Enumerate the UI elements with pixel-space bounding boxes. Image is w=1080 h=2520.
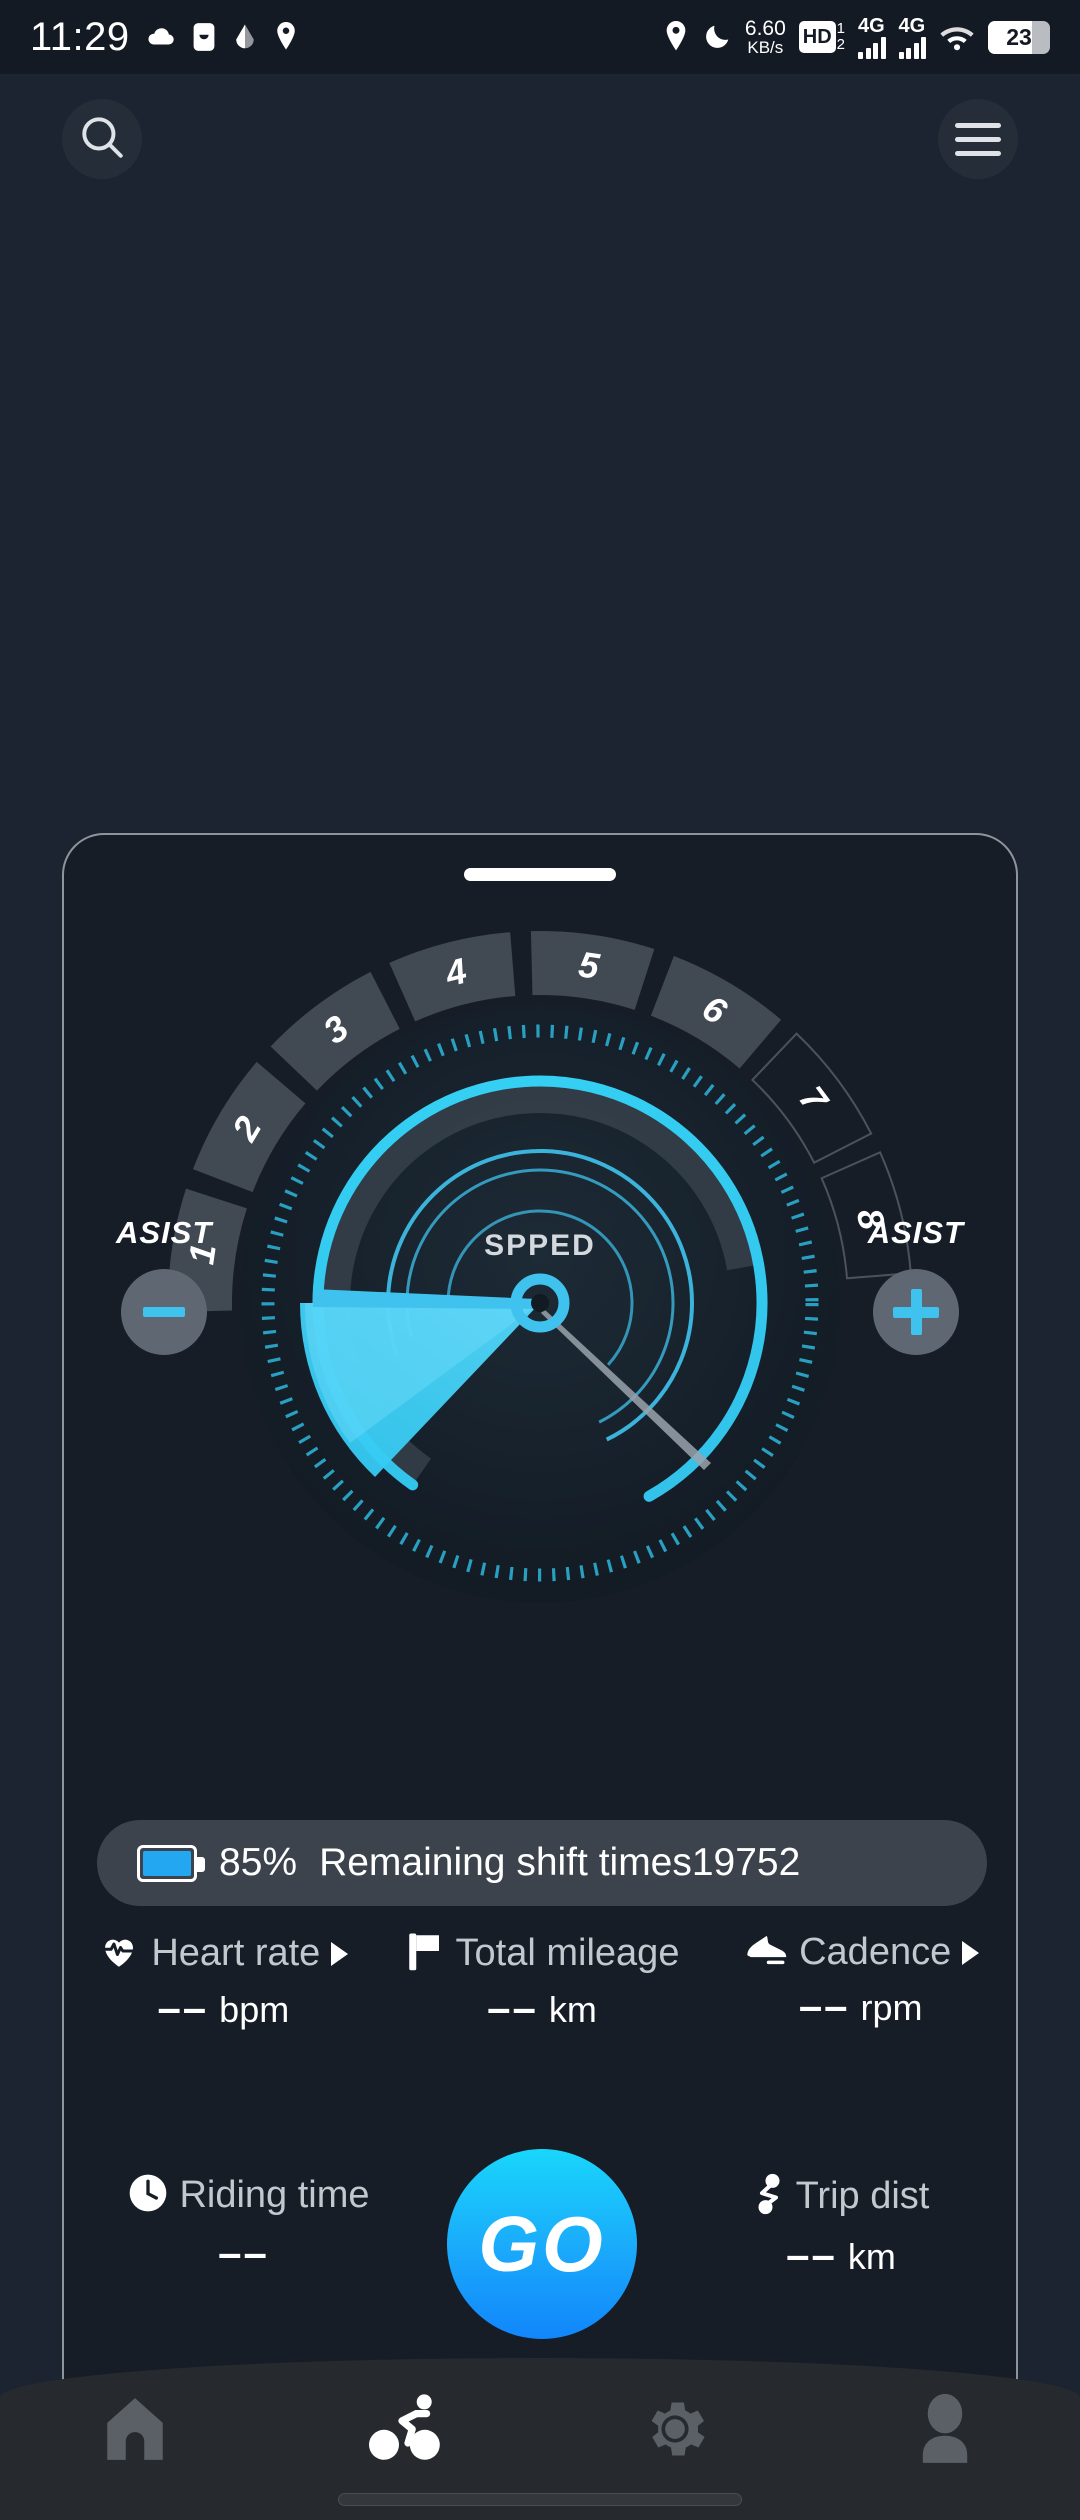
battery-status-bar[interactable]: 85% Remaining shift times19752 [97, 1820, 987, 1906]
remaining-shift-times: Remaining shift times19752 [319, 1841, 801, 1884]
shoe-cadence-icon [742, 1930, 788, 1975]
status-clock: 11:29 [30, 14, 130, 59]
metric-riding-time[interactable]: Riding time –– [94, 2173, 404, 2274]
metric-unit: km [847, 2236, 896, 2277]
metric-label: Cadence [799, 1931, 952, 1973]
metric-trip-dist[interactable]: Trip dist –– km [686, 2173, 996, 2278]
metric-unit: bpm [219, 1989, 290, 2030]
assist-increase-group: ASIST [868, 1215, 964, 1355]
dashboard-card: 12345678 SPPED ASIST ASIST 85% Remaining… [62, 833, 1018, 2421]
metric-header: Riding time [128, 2173, 370, 2218]
profile-person-icon [910, 2392, 980, 2471]
location-pin-icon [663, 21, 689, 53]
heart-rate-icon [98, 1930, 140, 1977]
metric-total-mileage[interactable]: Total mileage –– km [383, 1930, 702, 2031]
metric-header: Heart rate [98, 1930, 349, 1977]
clock-icon [128, 2173, 168, 2218]
assist-right-label: ASIST [867, 1215, 964, 1250]
metric-value: –– [786, 2231, 837, 2278]
bottom-navigation [0, 2358, 1080, 2520]
status-bar-right: 6.60 KB/s HD 1 2 4G 4G 23 [663, 16, 1050, 59]
menu-button[interactable] [938, 99, 1018, 179]
metric-label: Riding time [179, 2174, 370, 2216]
metric-value-group: –– km [487, 1987, 597, 2031]
cloud-icon [146, 22, 176, 52]
water-drop-icon [232, 22, 258, 52]
metric-heart-rate[interactable]: Heart rate –– bpm [64, 1930, 383, 2031]
metric-header: Cadence [742, 1930, 980, 1975]
metric-label: Heart rate [151, 1932, 321, 1974]
metric-header: Trip dist [753, 2173, 930, 2220]
hamburger-menu-icon [955, 122, 1001, 156]
metric-label: Total mileage [455, 1932, 680, 1974]
search-button[interactable] [62, 99, 142, 179]
signal-4g-icon: 4G [898, 14, 926, 59]
signal-4g-icon: 4G [858, 16, 886, 59]
home-icon [98, 2392, 172, 2471]
nav-item-profile[interactable] [810, 2392, 1080, 2471]
speed-gauge: 12345678 SPPED [145, 903, 935, 1693]
metric-value-group: –– rpm [799, 1985, 923, 2029]
metrics-row: Heart rate –– bpm Total mileage –– km Ca… [64, 1930, 1020, 2031]
metric-unit: rpm [860, 1987, 923, 2028]
go-button[interactable]: GO [447, 2149, 637, 2339]
metric-value: –– [487, 1984, 538, 2031]
metric-value: –– [798, 1982, 850, 2029]
nav-item-home[interactable] [0, 2392, 270, 2471]
assist-increase-button[interactable] [872, 1269, 959, 1355]
location-pin-icon [274, 22, 298, 52]
battery-icon: 23 [988, 20, 1050, 54]
assist-left-label: ASIST [116, 1215, 213, 1250]
minus-icon [143, 1307, 186, 1317]
search-icon [77, 112, 127, 167]
sim-slot-top: 1 [836, 20, 845, 38]
chevron-right-icon [331, 1941, 349, 1966]
network-speed-indicator: 6.60 KB/s [745, 18, 786, 56]
do-not-disturb-moon-icon [702, 22, 732, 52]
battery-level: 23 [1006, 23, 1032, 50]
signal-bars [858, 36, 886, 59]
cycling-icon [366, 2392, 444, 2469]
hd-dual-sim-icon: HD 1 2 [798, 21, 845, 53]
system-home-indicator[interactable] [338, 2493, 742, 2506]
assist-decrease-button[interactable] [121, 1269, 208, 1355]
metric-value-group: –– [218, 2232, 280, 2274]
route-icon [753, 2173, 785, 2220]
sim-card-icon [192, 22, 216, 52]
assist-decrease-group: ASIST [116, 1215, 212, 1355]
flag-icon [405, 1930, 445, 1977]
plus-icon [892, 1289, 939, 1335]
nav-item-settings[interactable] [540, 2392, 810, 2471]
metric-value: –– [218, 2229, 269, 2276]
nav-item-cycling[interactable] [270, 2392, 540, 2469]
gauge-graphic: 1234 5678 [168, 931, 912, 1603]
status-bar: 11:29 6.60 KB/s HD 1 2 4G 4G 23 [0, 0, 1080, 74]
wifi-icon [939, 22, 975, 52]
network-speed-value: 6.60 [744, 17, 786, 40]
metric-value-group: –– bpm [157, 1987, 289, 2031]
settings-gear-icon [638, 2392, 712, 2471]
speed-label: SPPED [484, 1229, 596, 1262]
metric-unit: km [548, 1989, 597, 2030]
battery-icon [137, 1844, 205, 1882]
battery-percent: 85% [219, 1841, 298, 1884]
metric-label: Trip dist [795, 2175, 930, 2217]
sim-slot-bottom: 2 [836, 36, 845, 53]
metric-value-group: –– km [786, 2234, 896, 2278]
signal-1-label: 4G [858, 14, 885, 37]
chevron-right-icon [962, 1940, 980, 1965]
go-button-label: GO [478, 2199, 606, 2288]
signal-bars [898, 36, 926, 59]
metric-header: Total mileage [405, 1930, 680, 1977]
metric-cadence[interactable]: Cadence –– rpm [701, 1930, 1020, 2031]
sim-slot-numbers: 1 2 [837, 21, 845, 53]
status-bar-left: 11:29 [30, 15, 298, 60]
hd-label: HD [798, 21, 836, 53]
card-drag-handle[interactable] [464, 868, 616, 881]
gear-number: 7 [791, 1078, 837, 1120]
network-speed-unit: KB/s [747, 38, 784, 57]
signal-2-label: 4G [898, 14, 926, 37]
app-header [0, 74, 1080, 204]
metric-value: –– [157, 1984, 209, 2031]
